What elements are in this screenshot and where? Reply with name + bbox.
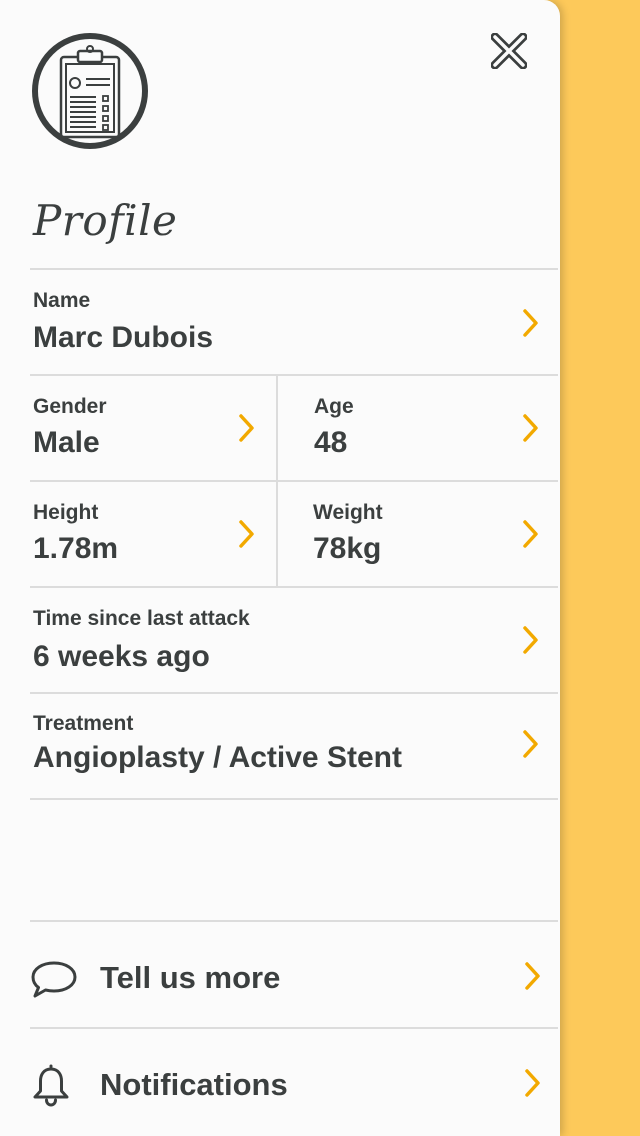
notifications-label: Notifications: [100, 1067, 288, 1102]
name-label: Name: [33, 289, 91, 312]
name-value: Marc Dubois: [33, 321, 214, 354]
speech-bubble-icon: [31, 961, 77, 998]
treatment-value: Angioplasty / Active Stent: [33, 741, 402, 774]
chevron-right-icon: [239, 414, 254, 442]
chevron-right-icon: [523, 626, 538, 654]
divider: [30, 798, 558, 800]
page-title: Profile: [33, 196, 178, 245]
age-value: 48: [314, 426, 348, 459]
gender-field[interactable]: Gender Male: [33, 376, 276, 480]
chevron-right-icon: [239, 520, 254, 548]
tell-us-more-label: Tell us more: [100, 960, 281, 995]
chevron-right-icon: [525, 962, 540, 990]
notifications-row[interactable]: Notifications: [30, 1029, 558, 1136]
name-field[interactable]: Name Marc Dubois: [33, 270, 558, 374]
weight-value: 78kg: [313, 532, 382, 565]
gender-value: Male: [33, 426, 100, 459]
chevron-right-icon: [525, 1069, 540, 1097]
column-divider: [276, 376, 278, 586]
age-label: Age: [314, 395, 354, 418]
bell-icon: [33, 1064, 69, 1107]
time-since-attack-value: 6 weeks ago: [33, 640, 210, 673]
tell-us-more-row[interactable]: Tell us more: [30, 922, 558, 1027]
chevron-right-icon: [523, 414, 538, 442]
time-since-attack-field[interactable]: Time since last attack 6 weeks ago: [33, 588, 558, 692]
chevron-right-icon: [523, 309, 538, 337]
clipboard-icon: [32, 33, 148, 149]
weight-label: Weight: [313, 501, 383, 524]
gender-label: Gender: [33, 395, 107, 418]
treatment-label: Treatment: [33, 712, 134, 735]
chevron-right-icon: [523, 520, 538, 548]
profile-panel: Profile Name Marc Dubois Gender Male Age…: [0, 0, 560, 1136]
weight-field[interactable]: Weight 78kg: [313, 482, 558, 586]
treatment-field[interactable]: Treatment Angioplasty / Active Stent: [33, 694, 558, 798]
height-value: 1.78m: [33, 532, 119, 565]
chevron-right-icon: [523, 730, 538, 758]
age-field[interactable]: Age 48: [314, 376, 558, 480]
time-since-attack-label: Time since last attack: [33, 607, 250, 630]
close-button[interactable]: [484, 26, 534, 76]
height-field[interactable]: Height 1.78m: [33, 482, 276, 586]
close-icon[interactable]: [491, 33, 527, 69]
height-label: Height: [33, 501, 99, 524]
